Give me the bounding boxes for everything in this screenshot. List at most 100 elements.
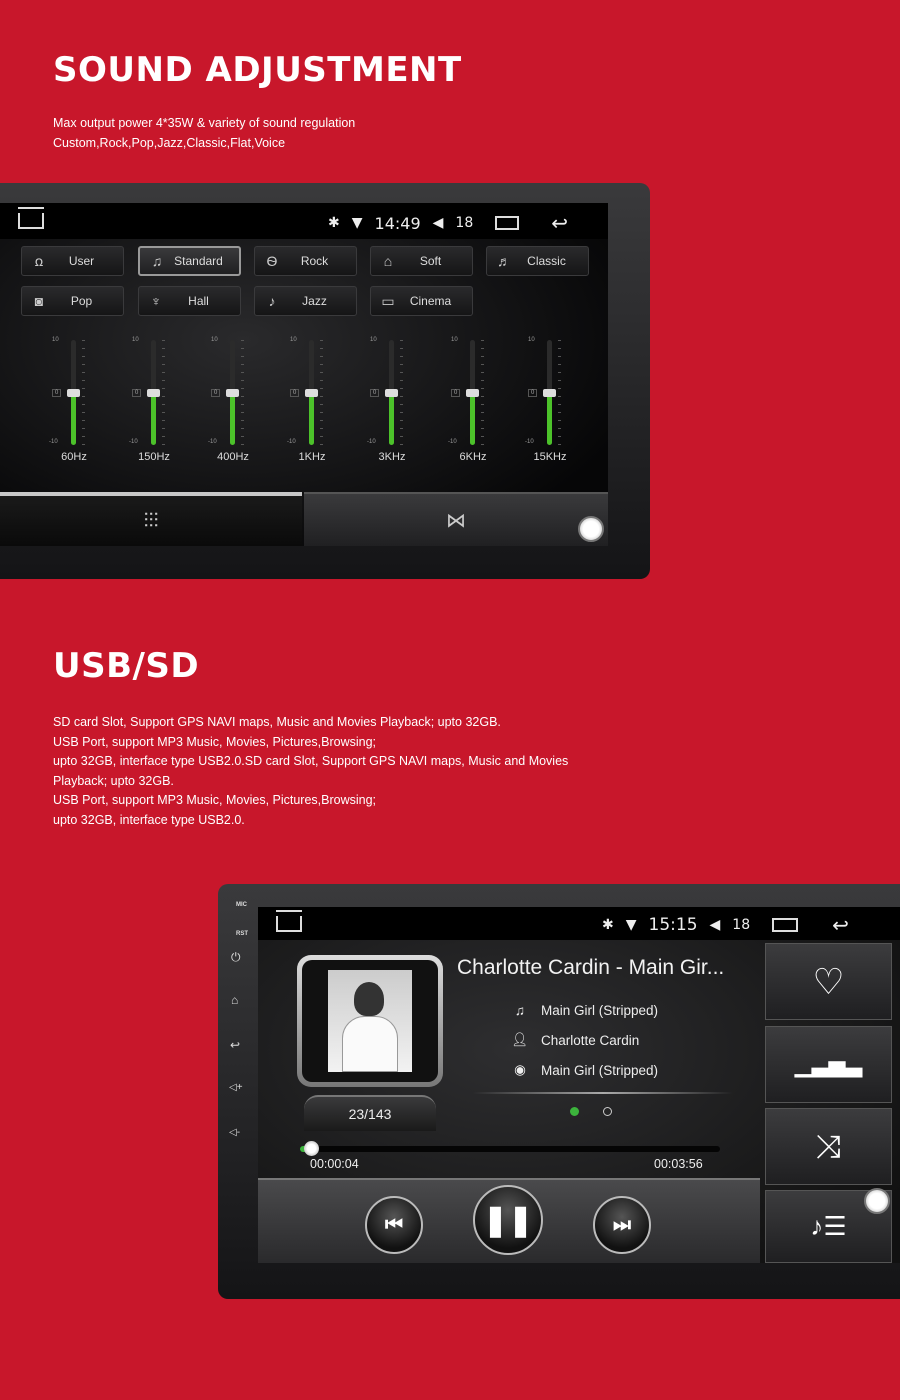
power-icon[interactable]: ⏻ xyxy=(231,950,241,965)
scale-min: -10 xyxy=(525,439,534,445)
tab-sound-field[interactable]: ⋈ xyxy=(304,492,608,546)
recent-apps-icon[interactable] xyxy=(772,918,799,932)
preset-hall[interactable]: ♆ Hall xyxy=(138,286,241,316)
scale-mid: 0 xyxy=(290,388,300,397)
preset-label: Standard xyxy=(174,254,223,268)
speaker-icon: ◙ xyxy=(34,293,44,309)
home-icon[interactable]: ⌂ xyxy=(231,993,238,1007)
equalizer-button[interactable]: ▁▃▅▃ xyxy=(765,1026,892,1103)
now-playing-title: Charlotte Cardin - Main Gir... xyxy=(457,956,725,979)
preset-rock[interactable]: Ѳ Rock xyxy=(254,246,357,276)
desc-line: Custom,Rock,Pop,Jazz,Classic,Flat,Voice xyxy=(53,135,286,150)
section-title-usb: USB/SD xyxy=(53,646,200,686)
reset-button[interactable]: RST xyxy=(236,931,248,937)
next-button[interactable]: ⏭ xyxy=(593,1196,651,1254)
preset-soft[interactable]: ⌂ Soft xyxy=(370,246,473,276)
progress-thumb[interactable] xyxy=(304,1141,320,1156)
slider-thumb[interactable] xyxy=(543,388,556,397)
scale-min: -10 xyxy=(208,439,217,445)
desc-line: Max output power 4*35W & variety of soun… xyxy=(53,116,356,130)
home-icon[interactable] xyxy=(276,910,302,932)
eq-band-6khz[interactable]: 10 0 -10 6KHz xyxy=(443,335,503,465)
eq-band-150hz[interactable]: 10 0 -10 150Hz xyxy=(124,335,184,465)
eq-band-400hz[interactable]: 10 0 -10 400Hz xyxy=(203,335,263,465)
volume-down-icon[interactable]: ◁- xyxy=(229,1127,240,1138)
album-art xyxy=(328,970,412,1072)
eq-band-15khz[interactable]: 10 0 -10 15KHz xyxy=(520,335,580,465)
preset-classic[interactable]: ♬ Classic xyxy=(486,246,589,276)
playback-controls: ⏮ ❚❚ ⏭ xyxy=(258,1178,760,1263)
preset-jazz[interactable]: ♪ Jazz xyxy=(254,286,357,316)
album-name: Main Girl (Stripped) xyxy=(541,1062,659,1078)
desc-line: SD card Slot, Support GPS NAVI maps, Mus… xyxy=(53,715,501,729)
music-note-icon: ♫ xyxy=(514,1003,526,1018)
recent-apps-icon[interactable] xyxy=(495,216,520,230)
page-dot-active[interactable] xyxy=(570,1107,579,1116)
slider-thumb[interactable] xyxy=(67,388,80,397)
page-dot[interactable] xyxy=(603,1107,612,1116)
preset-pop[interactable]: ◙ Pop xyxy=(21,286,124,316)
slider-thumb[interactable] xyxy=(466,388,479,397)
preset-cinema[interactable]: ▭ Cinema xyxy=(370,286,473,316)
slider-ticks xyxy=(162,340,165,445)
home-icon[interactable] xyxy=(18,207,44,229)
band-label: 3KHz xyxy=(378,451,406,463)
sound-description: Max output power 4*35W & variety of soun… xyxy=(53,114,355,153)
slider-ticks xyxy=(400,340,403,445)
band-label: 60Hz xyxy=(61,451,87,463)
eq-band-60hz[interactable]: 10 0 -10 60Hz xyxy=(44,335,104,465)
progress-slider[interactable] xyxy=(300,1141,720,1156)
back-icon[interactable]: ↩ xyxy=(832,913,849,937)
volume-level: 18 xyxy=(732,917,751,933)
hall-icon: ♆ xyxy=(150,293,162,309)
users-icon: ꭥ xyxy=(34,252,44,269)
previous-button[interactable]: ⏮ xyxy=(365,1196,423,1254)
wifi-icon: ▼ xyxy=(351,215,363,231)
preset-label: Hall xyxy=(188,294,209,308)
slider-thumb[interactable] xyxy=(226,388,239,397)
scale-min: -10 xyxy=(448,439,457,445)
floating-assist-button[interactable] xyxy=(578,516,604,542)
eq-band-1khz[interactable]: 10 0 -10 1KHz xyxy=(282,335,342,465)
total-time: 00:03:56 xyxy=(654,1157,703,1171)
eq-band-3khz[interactable]: 10 0 -10 3KHz xyxy=(362,335,422,465)
previous-icon: ⏮ xyxy=(385,1213,403,1236)
favorite-button[interactable]: ♡ xyxy=(765,943,892,1020)
scale-mid: 0 xyxy=(132,388,142,397)
volume-icon[interactable]: ◀ xyxy=(433,215,444,231)
slider-thumb[interactable] xyxy=(305,388,318,397)
section-title-sound: SOUND ADJUSTMENT xyxy=(53,50,462,90)
slider-thumb[interactable] xyxy=(147,388,160,397)
scale-mid: 0 xyxy=(211,388,221,397)
volume-icon[interactable]: ◀ xyxy=(710,917,721,933)
floating-assist-button[interactable] xyxy=(864,1188,890,1214)
person-icon: 👤︎ xyxy=(511,1032,529,1047)
disc-icon: ◉ xyxy=(514,1062,526,1077)
favorite-heart-icon: ♡ xyxy=(812,960,845,1002)
pause-button[interactable]: ❚❚ xyxy=(473,1185,543,1255)
scale-max: 10 xyxy=(451,337,458,343)
preset-user[interactable]: ꭥ User xyxy=(21,246,124,276)
band-label: 6KHz xyxy=(459,451,487,463)
preset-standard[interactable]: ♫ Standard xyxy=(138,246,241,276)
track-counter: 23/143 xyxy=(304,1095,436,1131)
band-label: 15KHz xyxy=(533,451,567,463)
playlist-icon: ♪☰ xyxy=(810,1211,847,1241)
slider-thumb[interactable] xyxy=(385,388,398,397)
preset-label: Rock xyxy=(300,254,329,268)
tab-equalizer[interactable]: ⫶⫶⫶ xyxy=(0,492,302,546)
band-label: 400Hz xyxy=(217,451,249,463)
slider-ticks xyxy=(481,340,484,445)
scale-mid: 0 xyxy=(451,388,461,397)
album-art-frame[interactable] xyxy=(297,955,443,1087)
back-icon[interactable]: ↩ xyxy=(230,1038,240,1052)
shuffle-button[interactable]: ⤨ xyxy=(765,1108,892,1185)
scale-max: 10 xyxy=(52,337,59,343)
back-icon[interactable]: ↩ xyxy=(551,211,568,235)
status-bar: ✱ ▼ 14:49 ◀ 18 ↩ xyxy=(0,203,608,239)
elapsed-time: 00:00:04 xyxy=(310,1157,359,1171)
slider-fill xyxy=(470,392,475,445)
slider-fill xyxy=(71,392,76,445)
volume-up-icon[interactable]: ◁+ xyxy=(229,1082,243,1093)
slider-fill xyxy=(309,392,314,445)
